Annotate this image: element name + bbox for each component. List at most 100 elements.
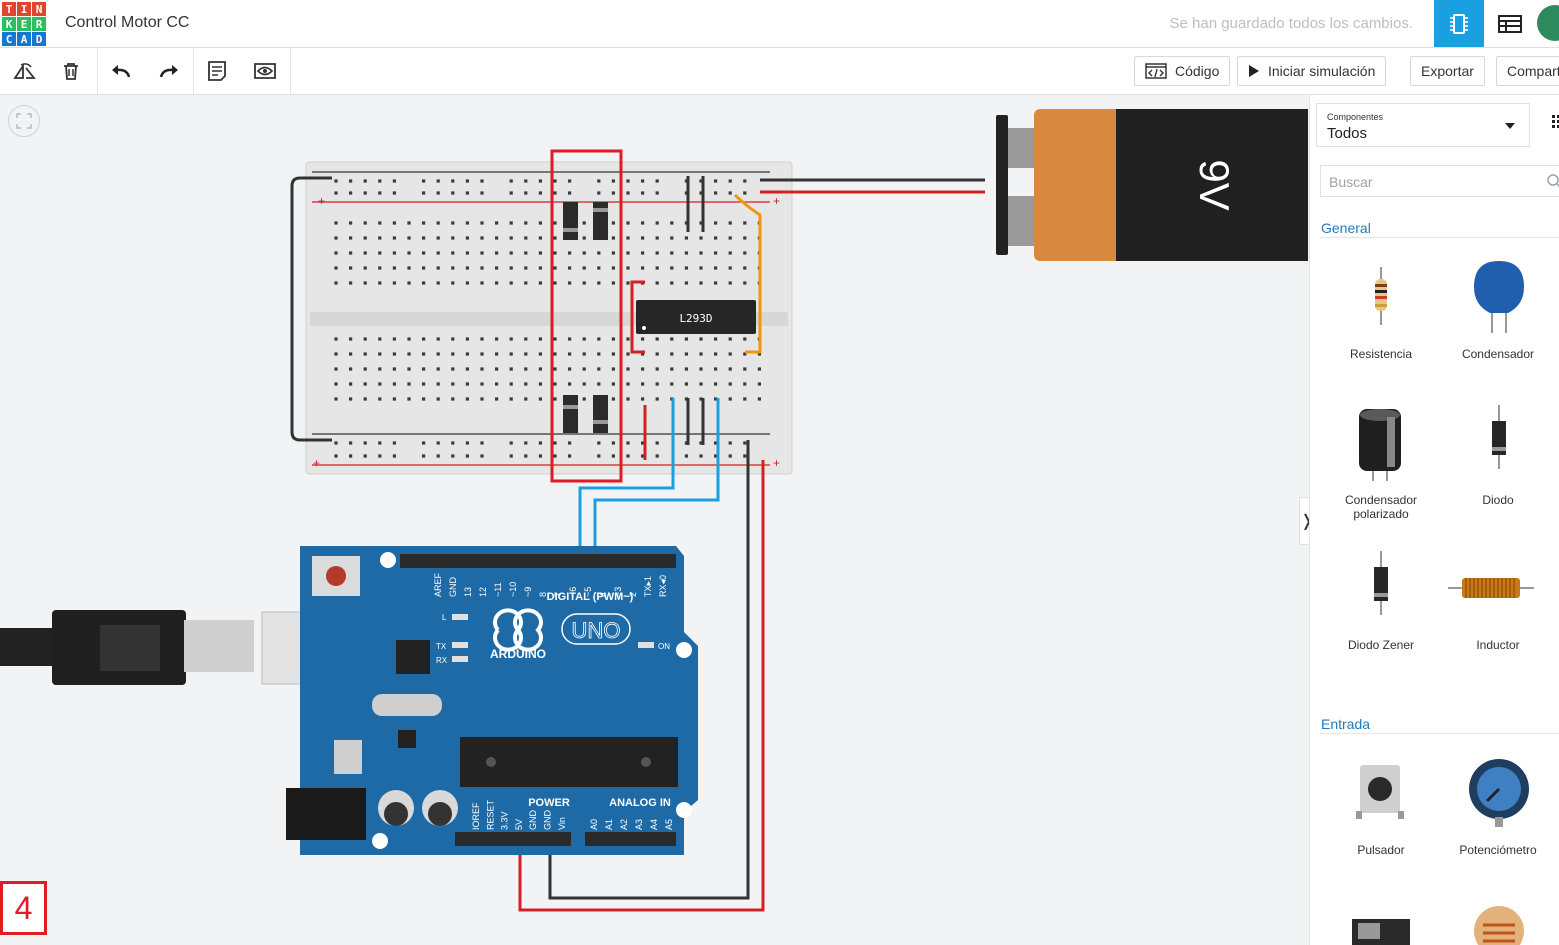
pin-label: ~11 xyxy=(493,582,503,597)
trash-icon xyxy=(64,63,78,80)
top-bar: T I N K E R C A D Control Motor CC Se ha… xyxy=(0,0,1559,48)
logo-letter: E xyxy=(17,17,31,31)
search-icon xyxy=(1547,174,1559,188)
pin-label: ~6 xyxy=(568,587,578,597)
chip-icon xyxy=(1450,13,1468,34)
search-placeholder: Buscar xyxy=(1329,174,1373,190)
share-button[interactable]: Compart xyxy=(1496,56,1559,86)
pin-label: RX◂0 xyxy=(658,575,668,597)
resistor-icon[interactable] xyxy=(1372,267,1390,325)
components-list-button[interactable] xyxy=(1485,0,1535,47)
diode-icon[interactable] xyxy=(1490,405,1508,469)
design-title[interactable]: Control Motor CC xyxy=(65,14,189,32)
inductor-icon[interactable] xyxy=(1448,575,1534,601)
dropdown-label: Componentes xyxy=(1327,112,1384,122)
battery-label: 9V xyxy=(1191,159,1238,210)
diode-top-1[interactable] xyxy=(563,202,578,240)
potentiometer-icon[interactable] xyxy=(1467,759,1531,827)
delete-button[interactable] xyxy=(48,48,94,94)
polarized-capacitor-icon[interactable] xyxy=(1357,407,1403,481)
chip-label: L293D xyxy=(679,312,712,325)
diode-top-2[interactable] xyxy=(593,202,608,240)
component-capacitor[interactable]: Condensador xyxy=(1443,347,1553,361)
diode-bottom-1[interactable] xyxy=(563,395,578,433)
export-label: Exportar xyxy=(1421,63,1474,79)
component-inductor[interactable]: Inductor xyxy=(1443,638,1553,652)
on-label: ON xyxy=(658,642,670,651)
undo-button[interactable] xyxy=(98,48,144,94)
rx-label: RX xyxy=(436,656,448,665)
l293d-chip[interactable]: L293D xyxy=(636,300,756,334)
logo-letter: T xyxy=(2,2,16,16)
capacitor-icon[interactable] xyxy=(1470,259,1528,333)
battery-9v[interactable]: 9V xyxy=(996,109,1308,261)
pin-label: 5V xyxy=(514,819,524,830)
logo-letter: N xyxy=(32,2,46,16)
component-diode[interactable]: Diodo xyxy=(1443,493,1553,507)
pin-label: A0 xyxy=(589,819,599,830)
pin-label: 3.3V xyxy=(500,811,510,830)
zener-diode-icon[interactable] xyxy=(1372,551,1390,615)
circuit-view-button[interactable] xyxy=(1434,0,1484,47)
divider xyxy=(1320,733,1559,734)
slide-switch-icon[interactable] xyxy=(1352,915,1410,945)
l-label: L xyxy=(442,613,447,622)
code-button[interactable]: Código xyxy=(1134,56,1231,86)
logo-letter: D xyxy=(32,32,46,46)
logo-letter: K xyxy=(2,17,16,31)
pin-label: ~3 xyxy=(613,587,623,597)
pin-label: Vin xyxy=(557,817,567,830)
export-button[interactable]: Exportar xyxy=(1410,56,1485,86)
rotate-button[interactable] xyxy=(2,48,48,94)
pin-label: 13 xyxy=(463,587,473,597)
divider xyxy=(1320,237,1559,238)
grid-icon xyxy=(1552,115,1559,128)
tinkercad-logo[interactable]: T I N K E R C A D xyxy=(2,2,46,46)
redo-button[interactable] xyxy=(146,48,192,94)
components-panel: Componentes Todos Buscar General Resiste… xyxy=(1309,95,1559,945)
divider xyxy=(290,48,291,94)
power-label: POWER xyxy=(528,797,570,809)
plus-sign: + xyxy=(313,456,320,470)
pin-label: 4 xyxy=(598,592,608,597)
section-general[interactable]: General xyxy=(1321,220,1371,236)
plus-sign: + xyxy=(773,456,780,470)
pin-label: A3 xyxy=(634,819,644,830)
user-avatar[interactable] xyxy=(1537,5,1559,41)
edit-toolbar: Código Iniciar simulación Exportar Compa… xyxy=(0,48,1559,95)
page-number: 4 xyxy=(0,881,47,935)
logo-letter: R xyxy=(32,17,46,31)
notes-visibility-button[interactable] xyxy=(242,48,288,94)
diode-bottom-2[interactable] xyxy=(593,395,608,433)
component-pushbutton[interactable]: Pulsador xyxy=(1326,843,1436,857)
component-potentiometer[interactable]: Potenciómetro xyxy=(1443,843,1553,857)
photoresistor-icon[interactable] xyxy=(1473,905,1525,945)
notes-button[interactable] xyxy=(194,48,240,94)
code-icon xyxy=(1145,63,1167,79)
logo-letter: I xyxy=(17,2,31,16)
pushbutton-icon[interactable] xyxy=(1356,763,1404,819)
plus-sign: + xyxy=(773,194,780,208)
pin-label: A2 xyxy=(619,819,629,830)
pin-label: GND xyxy=(543,810,553,831)
caret-down-icon xyxy=(1505,123,1515,129)
components-dropdown[interactable]: Componentes Todos xyxy=(1316,103,1530,147)
grid-view-button[interactable] xyxy=(1552,115,1559,129)
circuit-drawing[interactable]: 9V + + + + L293D DIGITAL (PWM~) ARDUINO … xyxy=(0,95,1308,945)
pin-label: 12 xyxy=(478,587,488,597)
plus-sign: + xyxy=(318,194,325,208)
component-polarized-capacitor[interactable]: Condensador polarizado xyxy=(1326,493,1436,521)
code-button-label: Código xyxy=(1175,63,1220,79)
component-zener-diode[interactable]: Diodo Zener xyxy=(1326,638,1436,652)
play-icon xyxy=(1249,65,1259,77)
pin-label: ~5 xyxy=(583,587,593,597)
arduino-uno[interactable]: DIGITAL (PWM~) ARDUINO UNO POWER ANALOG … xyxy=(286,546,698,855)
start-simulation-label: Iniciar simulación xyxy=(1268,63,1376,79)
logo-letter: A xyxy=(17,32,31,46)
search-input[interactable]: Buscar xyxy=(1320,165,1559,197)
component-resistor[interactable]: Resistencia xyxy=(1326,347,1436,361)
arduino-model: UNO xyxy=(572,618,621,643)
pin-label: A5 xyxy=(664,819,674,830)
section-input[interactable]: Entrada xyxy=(1321,716,1370,732)
start-simulation-button[interactable]: Iniciar simulación xyxy=(1237,56,1387,86)
